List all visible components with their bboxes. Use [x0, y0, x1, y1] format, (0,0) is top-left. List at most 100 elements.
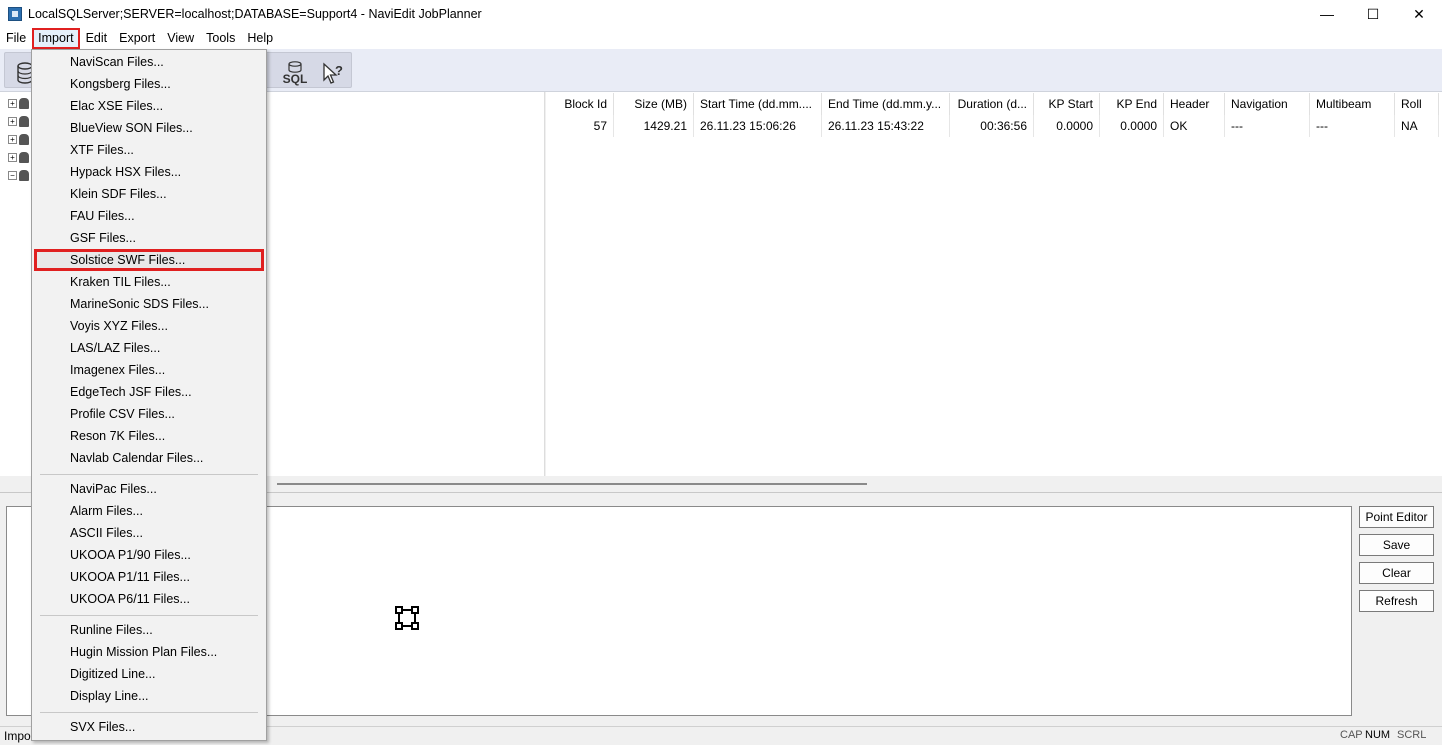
menu-export[interactable]: Export — [113, 28, 161, 49]
column-header[interactable]: Roll — [1395, 93, 1439, 115]
menu-item-hypack-hsx[interactable]: Hypack HSX Files... — [34, 161, 264, 183]
table-cell: 57 — [546, 115, 614, 137]
data-grid: Block Id Size (MB) Start Time (dd.mm....… — [546, 92, 1442, 476]
menu-item-ukooa-p190[interactable]: UKOOA P1/90 Files... — [34, 544, 264, 566]
expand-icon[interactable]: + — [8, 134, 17, 144]
menu-item-fau[interactable]: FAU Files... — [34, 205, 264, 227]
node-icon — [19, 169, 29, 181]
scrl-indicator: SCRL — [1397, 729, 1427, 741]
sql-label: SQL — [282, 72, 308, 86]
column-header[interactable]: Duration (d... — [950, 93, 1034, 115]
expand-icon[interactable]: + — [8, 116, 17, 126]
svg-text:?: ? — [335, 63, 343, 78]
table-cell: 1429.21 — [614, 115, 694, 137]
menu-item-digitized-line[interactable]: Digitized Line... — [34, 663, 264, 685]
menu-item-gsf[interactable]: GSF Files... — [34, 227, 264, 249]
menu-separator — [40, 615, 258, 616]
column-header[interactable]: Block Id — [546, 93, 614, 115]
menu-help[interactable]: Help — [241, 28, 279, 49]
menu-item-blueview-son[interactable]: BlueView SON Files... — [34, 117, 264, 139]
menu-item-marinesonic-sds[interactable]: MarineSonic SDS Files... — [34, 293, 264, 315]
menu-item-solstice-swf[interactable]: Solstice SWF Files... — [34, 249, 264, 271]
node-icon — [19, 151, 29, 163]
table-row[interactable]: 57 1429.21 26.11.23 15:06:26 26.11.23 15… — [546, 115, 1439, 137]
cap-indicator: CAP — [1340, 729, 1363, 741]
tree-node[interactable]: + — [8, 97, 30, 109]
menu-item-las-laz[interactable]: LAS/LAZ Files... — [34, 337, 264, 359]
whats-this-help-icon[interactable]: ? — [319, 61, 345, 85]
minimize-icon: — — [1320, 6, 1334, 22]
menu-item-profile-csv[interactable]: Profile CSV Files... — [34, 403, 264, 425]
point-editor-button[interactable]: Point Editor — [1359, 506, 1434, 528]
menu-separator — [40, 474, 258, 475]
menu-item-voyis-xyz[interactable]: Voyis XYZ Files... — [34, 315, 264, 337]
move-cursor-icon — [395, 606, 419, 630]
menu-item-kraken-til[interactable]: Kraken TIL Files... — [34, 271, 264, 293]
menu-tools[interactable]: Tools — [200, 28, 241, 49]
menu-item-xtf[interactable]: XTF Files... — [34, 139, 264, 161]
menu-item-alarm[interactable]: Alarm Files... — [34, 500, 264, 522]
table-cell: 00:36:56 — [950, 115, 1034, 137]
menu-item-navlab-calendar[interactable]: Navlab Calendar Files... — [34, 447, 264, 469]
menu-item-ukooa-p111[interactable]: UKOOA P1/11 Files... — [34, 566, 264, 588]
menu-item-ukooa-p611[interactable]: UKOOA P6/11 Files... — [34, 588, 264, 610]
window-controls: — ☐ ✕ — [1304, 0, 1442, 28]
save-button[interactable]: Save — [1359, 534, 1434, 556]
menu-item-ascii[interactable]: ASCII Files... — [34, 522, 264, 544]
menu-item-display-line[interactable]: Display Line... — [34, 685, 264, 707]
tree-node[interactable]: + — [8, 151, 30, 163]
column-header[interactable]: Navigation — [1225, 93, 1310, 115]
expand-icon[interactable]: + — [8, 98, 17, 108]
menu-bar: File Import Edit Export View Tools Help — [0, 28, 1442, 49]
table-cell: 0.0000 — [1100, 115, 1164, 137]
column-header[interactable]: Header — [1164, 93, 1225, 115]
scrollbar-thumb[interactable] — [277, 483, 867, 485]
menu-item-reson-7k[interactable]: Reson 7K Files... — [34, 425, 264, 447]
table-cell: --- — [1225, 115, 1310, 137]
menu-file[interactable]: File — [0, 28, 32, 49]
table-cell: --- — [1310, 115, 1395, 137]
num-indicator: NUM — [1365, 729, 1391, 741]
menu-import[interactable]: Import — [32, 28, 80, 49]
maximize-button[interactable]: ☐ — [1350, 0, 1396, 28]
tree-node[interactable]: + — [8, 133, 30, 145]
expand-icon[interactable]: + — [8, 152, 17, 162]
table-cell: NA — [1395, 115, 1439, 137]
grid-header: Block Id Size (MB) Start Time (dd.mm....… — [546, 93, 1439, 115]
column-header[interactable]: End Time (dd.mm.y... — [822, 93, 950, 115]
node-icon — [19, 133, 29, 145]
menu-separator — [40, 712, 258, 713]
menu-view[interactable]: View — [161, 28, 200, 49]
maximize-icon: ☐ — [1366, 5, 1380, 22]
table-cell: 26.11.23 15:43:22 — [822, 115, 950, 137]
minimize-button[interactable]: — — [1304, 0, 1350, 28]
menu-item-navipac[interactable]: NaviPac Files... — [34, 478, 264, 500]
menu-item-runline[interactable]: Runline Files... — [34, 619, 264, 641]
menu-item-naviscan[interactable]: NaviScan Files... — [34, 51, 264, 73]
table-cell: 0.0000 — [1034, 115, 1100, 137]
menu-item-imagenex[interactable]: Imagenex Files... — [34, 359, 264, 381]
menu-item-edgetech-jsf[interactable]: EdgeTech JSF Files... — [34, 381, 264, 403]
clear-button[interactable]: Clear — [1359, 562, 1434, 584]
collapse-icon[interactable]: − — [8, 170, 17, 180]
menu-item-hugin-mission-plan[interactable]: Hugin Mission Plan Files... — [34, 641, 264, 663]
close-button[interactable]: ✕ — [1396, 0, 1442, 28]
window-title: LocalSQLServer;SERVER=localhost;DATABASE… — [28, 7, 482, 21]
menu-item-kongsberg[interactable]: Kongsberg Files... — [34, 73, 264, 95]
column-header[interactable]: KP Start — [1034, 93, 1100, 115]
menu-item-svx[interactable]: SVX Files... — [34, 716, 264, 738]
menu-item-elac-xse[interactable]: Elac XSE Files... — [34, 95, 264, 117]
node-icon — [19, 115, 29, 127]
app-icon — [8, 7, 22, 21]
node-icon — [19, 97, 29, 109]
menu-item-klein-sdf[interactable]: Klein SDF Files... — [34, 183, 264, 205]
refresh-button[interactable]: Refresh — [1359, 590, 1434, 612]
menu-edit[interactable]: Edit — [80, 28, 114, 49]
tree-node[interactable]: − — [8, 169, 30, 181]
tree-node[interactable]: + — [8, 115, 30, 127]
column-header[interactable]: KP End — [1100, 93, 1164, 115]
column-header[interactable]: Start Time (dd.mm.... — [694, 93, 822, 115]
sql-database-icon[interactable]: SQL — [281, 61, 309, 85]
column-header[interactable]: Size (MB) — [614, 93, 694, 115]
column-header[interactable]: Multibeam — [1310, 93, 1395, 115]
